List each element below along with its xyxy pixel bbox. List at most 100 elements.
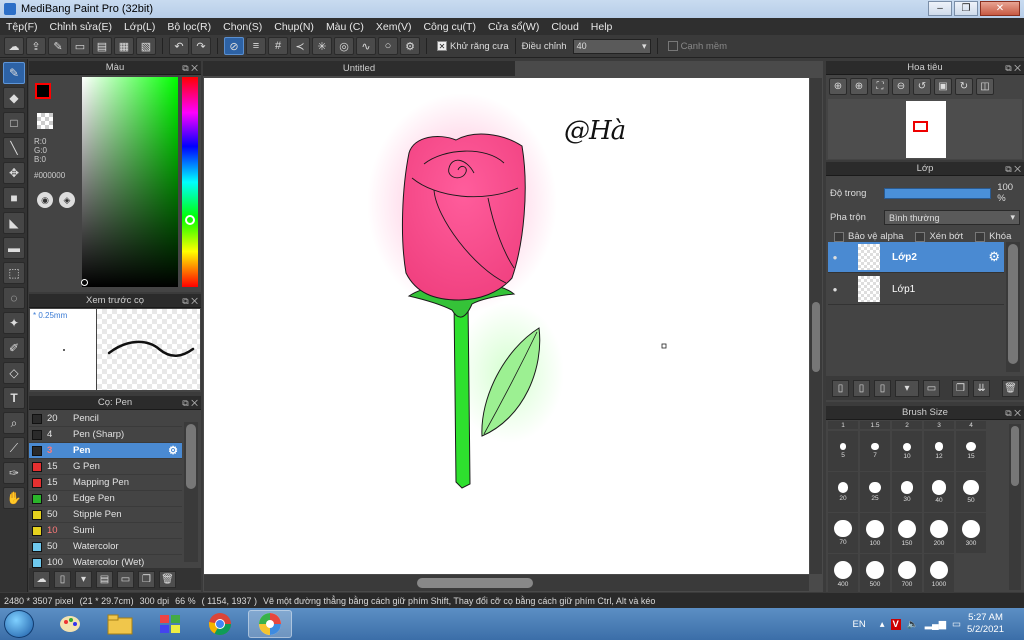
select-pen-icon[interactable]: ✐ <box>3 337 25 359</box>
brush-size-option[interactable]: 3 <box>924 421 954 429</box>
scroll-thumb[interactable] <box>1008 244 1018 364</box>
comment-icon[interactable]: ✎ <box>48 37 68 55</box>
language-indicator[interactable]: EN <box>853 619 866 630</box>
menu-help[interactable]: Help <box>585 21 619 33</box>
cloud-brush-icon[interactable]: ☁ <box>33 570 50 588</box>
document-tab[interactable]: Untitled <box>203 61 515 76</box>
add-layer-menu-icon[interactable]: ▾ <box>895 379 919 397</box>
horizontal-scrollbar[interactable] <box>204 575 809 591</box>
brush-tool-icon[interactable]: ✎ <box>3 62 25 84</box>
show-hidden-icons-icon[interactable]: ▴ <box>880 619 885 630</box>
new-1bit-layer-icon[interactable]: ▯ <box>874 379 891 397</box>
file-explorer-icon[interactable] <box>98 610 142 638</box>
paint-app-icon[interactable] <box>48 610 92 638</box>
viewport-frame[interactable] <box>913 121 928 132</box>
magic-wand-icon[interactable]: ✦ <box>3 312 25 334</box>
brush-size-option[interactable]: 5 <box>828 431 858 471</box>
transparent-color-swatch[interactable] <box>37 113 53 129</box>
panel-controls-icon[interactable]: ⧉ ✕ <box>1005 162 1021 176</box>
scroll-thumb[interactable] <box>417 578 533 588</box>
antivirus-icon[interactable]: V <box>890 618 901 630</box>
brush-size-scrollbar[interactable] <box>1009 424 1021 590</box>
brush-item[interactable]: 10 Sumi <box>29 523 182 539</box>
panel-controls-icon[interactable]: ⧉ ✕ <box>1005 406 1021 420</box>
snipping-tool-icon[interactable] <box>148 610 192 638</box>
brush-size-option[interactable]: 1000 <box>924 554 954 594</box>
flip-icon[interactable]: ◫ <box>976 78 994 95</box>
grid-icon[interactable]: ▧ <box>136 37 156 55</box>
upload-icon[interactable]: ⇪ <box>26 37 46 55</box>
brush-size-option[interactable]: 1 <box>828 421 858 429</box>
delete-brush-icon[interactable]: 🗑 <box>159 570 176 588</box>
adjust-select[interactable]: 40 ▾ <box>572 38 651 54</box>
crisscross-snap-icon[interactable]: # <box>268 37 288 55</box>
divide-tool-icon[interactable]: ⟋ <box>3 437 25 459</box>
brush-size-option[interactable]: 12 <box>924 431 954 471</box>
hue-slider-knob[interactable] <box>185 215 195 225</box>
panel-controls-icon[interactable]: ⧉ ✕ <box>1005 61 1021 75</box>
circle-snap-icon[interactable]: ◎ <box>334 37 354 55</box>
soft-edge-option[interactable]: Cạnh mềm <box>667 41 727 52</box>
vanishing-point-icon[interactable]: ≺ <box>290 37 310 55</box>
soft-edge-checkbox[interactable] <box>667 41 678 51</box>
medibang-taskbar-icon[interactable] <box>248 610 292 638</box>
notification-icon[interactable]: ▭ <box>952 619 961 630</box>
panel-controls-icon[interactable]: ⧉ ✕ <box>182 396 198 410</box>
add-brush-icon[interactable]: ▾ <box>75 570 92 588</box>
minimize-button[interactable]: – <box>928 1 952 16</box>
menu-filter[interactable]: Bộ lọc(R) <box>161 21 217 33</box>
drawing-canvas[interactable]: @Hà <box>204 78 809 574</box>
brush-item[interactable]: 15 G Pen <box>29 459 182 475</box>
brush-size-option[interactable]: 2 <box>892 421 922 429</box>
duplicate-layer-icon[interactable]: ❐ <box>952 379 969 397</box>
layer-item[interactable]: ● Lớp2 ⚙ <box>828 242 1004 273</box>
zoom-fit-icon[interactable]: ⊕ <box>850 78 868 95</box>
blend-mode-select[interactable]: Bình thường ▾ <box>884 210 1020 225</box>
shape-fill-icon[interactable]: ■ <box>3 187 25 209</box>
redo-icon[interactable]: ↷ <box>191 37 211 55</box>
foreground-color-swatch[interactable] <box>35 83 51 99</box>
brush-size-option[interactable]: 7 <box>860 431 890 471</box>
radial-snap-icon[interactable]: ✳ <box>312 37 332 55</box>
hand-tool-icon[interactable]: ✋ <box>3 487 25 509</box>
panel-icon[interactable]: ▦ <box>114 37 134 55</box>
lasso-icon[interactable]: ◌ <box>3 287 25 309</box>
visibility-icon[interactable]: ● <box>828 253 842 262</box>
brush-list-scrollbar[interactable] <box>184 422 198 562</box>
new-layer-icon[interactable]: ▯ <box>832 379 849 397</box>
clipping-checkbox[interactable] <box>915 231 926 242</box>
brush-size-option[interactable]: 15 <box>956 431 986 471</box>
zoom-in-icon[interactable]: ⊕ <box>829 78 847 95</box>
clock[interactable]: 5:27 AM 5/2/2021 <box>967 612 1004 636</box>
curve-snap-icon[interactable]: ∿ <box>356 37 376 55</box>
network-icon[interactable]: ▂▄▆ <box>925 619 946 630</box>
brush-size-option[interactable]: 20 <box>828 472 858 512</box>
close-button[interactable]: ✕ <box>980 1 1020 16</box>
brush-size-option[interactable]: 200 <box>924 513 954 553</box>
page-icon[interactable]: ▤ <box>92 37 112 55</box>
brush-size-option[interactable]: 500 <box>860 554 890 594</box>
ellipse-snap-icon[interactable]: ○ <box>378 37 398 55</box>
scroll-thumb[interactable] <box>186 424 196 489</box>
brush-item[interactable]: 15 Mapping Pen <box>29 475 182 491</box>
duplicate-brush-icon[interactable]: ❐ <box>138 570 155 588</box>
lock-checkbox[interactable] <box>975 231 986 242</box>
scroll-thumb[interactable] <box>1011 426 1019 486</box>
visibility-icon[interactable]: ● <box>828 285 842 294</box>
rotate-right-icon[interactable]: ↻ <box>955 78 973 95</box>
panel-controls-icon[interactable]: ⧉ ✕ <box>182 61 198 75</box>
brush-size-option[interactable]: 50 <box>956 472 986 512</box>
select-rect-icon[interactable]: ⬚ <box>3 262 25 284</box>
brush-size-option[interactable]: 25 <box>860 472 890 512</box>
menu-select[interactable]: Chọn(S) <box>217 21 268 33</box>
menu-cloud[interactable]: Cloud <box>545 21 584 33</box>
brush-size-option[interactable]: 40 <box>924 472 954 512</box>
brush-item[interactable]: 4 Pen (Sharp) <box>29 427 182 443</box>
brush-item[interactable]: 50 Stipple Pen <box>29 507 182 523</box>
move-tool-icon[interactable]: ✥ <box>3 162 25 184</box>
actual-size-icon[interactable]: ▣ <box>934 78 952 95</box>
brush-size-option[interactable]: 300 <box>956 513 986 553</box>
brush-size-option[interactable]: 150 <box>892 513 922 553</box>
brush-size-option[interactable]: 30 <box>892 472 922 512</box>
brush-size-option[interactable]: 100 <box>860 513 890 553</box>
